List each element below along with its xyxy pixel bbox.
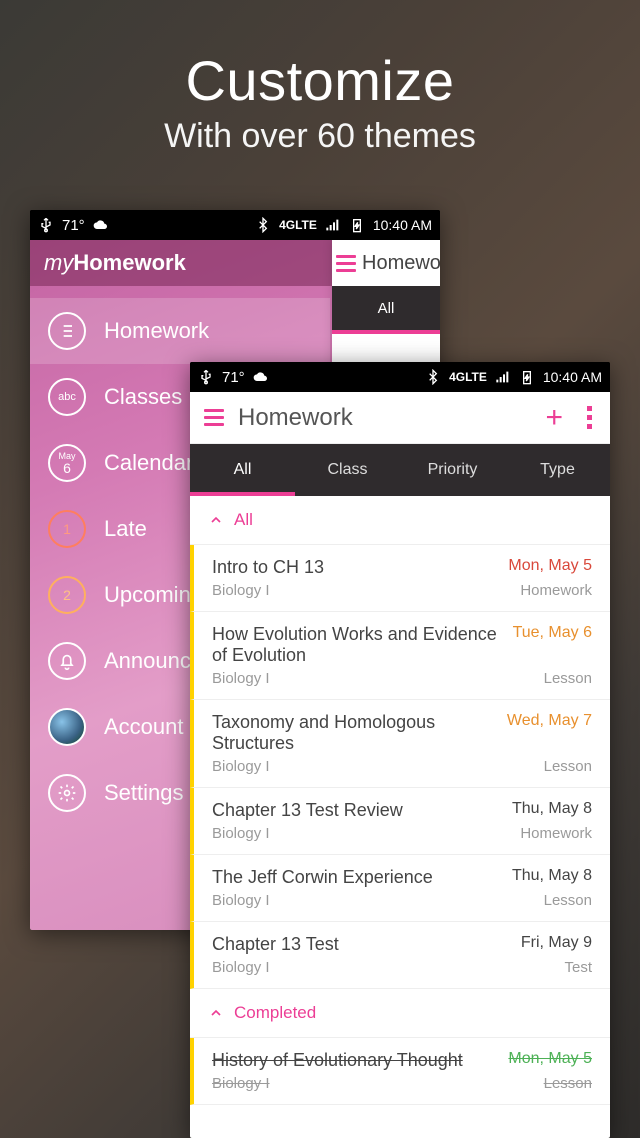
peek-tab-all[interactable]: All	[378, 300, 395, 317]
item-course: Biology I	[212, 670, 270, 687]
item-course: Biology I	[212, 892, 270, 909]
add-button[interactable]: +	[539, 403, 569, 433]
bluetooth-icon	[255, 217, 271, 233]
sidebar-item-label: Late	[104, 516, 147, 542]
cloud-icon	[93, 217, 109, 233]
status-network: 4GLTE	[449, 370, 487, 384]
sidebar-item-label: Upcoming	[104, 582, 203, 608]
homework-item[interactable]: Chapter 13 Test Fri, May 9 Biology I Test	[190, 922, 610, 989]
brand-hw: Homework	[73, 250, 185, 275]
item-course: Biology I	[212, 758, 270, 775]
section-completed[interactable]: Completed	[190, 989, 610, 1038]
item-date: Mon, May 5	[508, 1050, 592, 1068]
item-date: Fri, May 9	[521, 934, 592, 952]
battery-charging-icon	[519, 369, 535, 385]
homework-item[interactable]: How Evolution Works and Evidence of Evol…	[190, 612, 610, 700]
item-course: Biology I	[212, 1075, 270, 1092]
item-name: Chapter 13 Test	[212, 934, 339, 955]
item-name: The Jeff Corwin Experience	[212, 867, 433, 888]
homework-item[interactable]: Taxonomy and Homologous Structures Wed, M…	[190, 700, 610, 788]
peek-title: Homework	[362, 252, 440, 275]
item-kind: Lesson	[544, 670, 592, 687]
item-name: History of Evolutionary Thought	[212, 1050, 463, 1071]
status-time: 10:40 AM	[373, 217, 432, 233]
status-network: 4GLTE	[279, 218, 317, 232]
sidebar-item-label: Classes	[104, 384, 182, 410]
status-bar: 71° 4GLTE 10:40 AM	[190, 362, 610, 392]
homework-item[interactable]: History of Evolutionary Thought Mon, May …	[190, 1038, 610, 1105]
usb-icon	[38, 217, 54, 233]
overflow-menu-icon[interactable]	[583, 406, 596, 429]
homework-item[interactable]: Intro to CH 13 Mon, May 5 Biology I Homewor…	[190, 545, 610, 612]
hero-title: Customize	[0, 48, 640, 113]
item-date: Tue, May 6	[513, 624, 592, 642]
item-kind: Lesson	[544, 758, 592, 775]
usb-icon	[198, 369, 214, 385]
gear-icon	[48, 774, 86, 812]
status-temp: 71°	[222, 369, 245, 386]
tab-priority[interactable]: Priority	[400, 444, 505, 496]
status-temp: 71°	[62, 217, 85, 234]
item-kind: Homework	[520, 825, 592, 842]
item-kind: Lesson	[544, 892, 592, 909]
list-icon	[48, 312, 86, 350]
homework-item[interactable]: The Jeff Corwin Experience Thu, May 8 Biol…	[190, 855, 610, 922]
count-badge: 1	[48, 510, 86, 548]
hamburger-icon[interactable]	[336, 255, 356, 272]
item-kind: Homework	[520, 582, 592, 599]
calendar-icon: May6	[48, 444, 86, 482]
signal-icon	[495, 369, 511, 385]
battery-charging-icon	[349, 217, 365, 233]
item-date: Thu, May 8	[512, 867, 592, 885]
tab-all[interactable]: All	[190, 444, 295, 496]
page-title: Homework	[238, 404, 525, 432]
item-kind: Lesson	[544, 1075, 592, 1092]
item-name: Taxonomy and Homologous Structures	[212, 712, 495, 754]
sidebar-item-label: Homework	[104, 318, 209, 344]
sidebar-item-label: Calendar	[104, 450, 193, 476]
item-date: Thu, May 8	[512, 800, 592, 818]
item-course: Biology I	[212, 959, 270, 976]
brand-my: my	[44, 250, 73, 275]
homework-item[interactable]: Chapter 13 Test Review Thu, May 8 Biology …	[190, 788, 610, 855]
item-course: Biology I	[212, 582, 270, 599]
hero-subtitle: With over 60 themes	[0, 117, 640, 156]
item-date: Wed, May 7	[507, 712, 592, 730]
status-time: 10:40 AM	[543, 369, 602, 385]
avatar	[48, 708, 86, 746]
phone-white: 71° 4GLTE 10:40 AM Homework + AllClassPr…	[190, 362, 610, 1138]
chevron-up-icon	[208, 512, 224, 528]
tab-type[interactable]: Type	[505, 444, 610, 496]
tab-underline	[332, 330, 440, 334]
signal-icon	[325, 217, 341, 233]
tab-class[interactable]: Class	[295, 444, 400, 496]
app-brand: myHomework	[44, 250, 186, 276]
item-name: How Evolution Works and Evidence of Evol…	[212, 624, 501, 666]
count-badge: 2	[48, 576, 86, 614]
status-bar: 71° 4GLTE 10:40 AM	[30, 210, 440, 240]
sidebar-item-homework[interactable]: Homework	[30, 298, 330, 364]
item-name: Chapter 13 Test Review	[212, 800, 403, 821]
sidebar-item-label: Account	[104, 714, 184, 740]
item-name: Intro to CH 13	[212, 557, 324, 578]
item-date: Mon, May 5	[508, 557, 592, 575]
section-all[interactable]: All	[190, 496, 610, 545]
item-course: Biology I	[212, 825, 270, 842]
sidebar-item-label: Settings	[104, 780, 184, 806]
section-all-label: All	[234, 510, 253, 530]
section-completed-label: Completed	[234, 1003, 316, 1023]
bluetooth-icon	[425, 369, 441, 385]
chevron-up-icon	[208, 1005, 224, 1021]
hamburger-icon[interactable]	[204, 409, 224, 426]
abc-icon: abc	[48, 378, 86, 416]
cloud-icon	[253, 369, 269, 385]
bell-icon	[48, 642, 86, 680]
item-kind: Test	[564, 959, 592, 976]
